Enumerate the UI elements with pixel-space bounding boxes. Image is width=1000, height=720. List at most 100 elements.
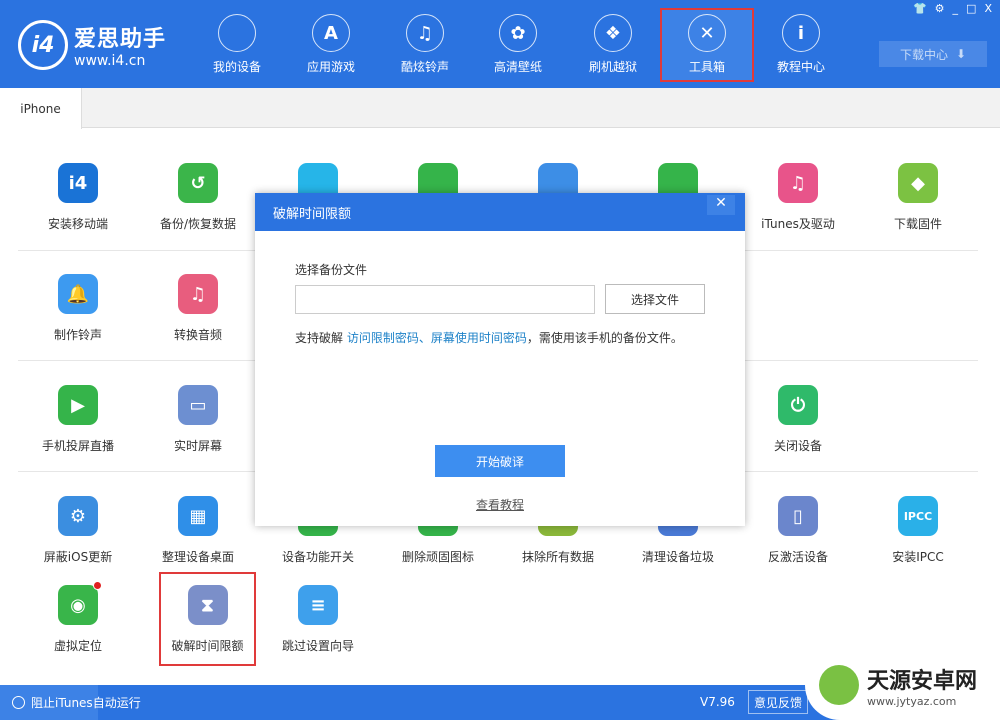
flower-icon: ✿: [499, 14, 537, 52]
tool-icon: 🔔: [58, 274, 98, 314]
tool-icon: ♫: [778, 163, 818, 203]
tool-item[interactable]: ▶ 手机投屏直播: [18, 385, 138, 475]
box-icon: ❖: [594, 14, 632, 52]
nav-label: 教程中心: [776, 60, 825, 74]
crack-time-limit-dialog: 破解时间限额 ✕ 选择备份文件 选择文件 支持破解 访问限制密码、屏幕使用时间密码…: [255, 193, 745, 526]
minimize-icon[interactable]: _: [953, 2, 959, 15]
nav-flower[interactable]: ✿ 高清壁纸: [473, 10, 563, 80]
tool-item[interactable]: ◉ 虚拟定位: [18, 581, 138, 675]
notification-badge: [93, 581, 102, 590]
backup-file-input[interactable]: [295, 285, 595, 314]
bell-icon: ♫: [406, 14, 444, 52]
close-icon[interactable]: ✕: [707, 195, 735, 215]
block-itunes-toggle[interactable]: 阻止iTunes自动运行: [0, 685, 141, 720]
tool-item[interactable]: IPCC 安装IPCC: [858, 496, 978, 586]
file-label: 选择备份文件: [295, 263, 368, 277]
tool-item[interactable]: ▯ 反激活设备: [738, 496, 858, 586]
nav-bell[interactable]: ♫ 酷炫铃声: [380, 10, 470, 80]
tool-icon: ▯: [778, 496, 818, 536]
nav-app-store[interactable]: A 应用游戏: [286, 10, 376, 80]
tool-label: 清理设备垃圾: [641, 550, 714, 564]
tool-label: 破解时间限额: [171, 639, 244, 653]
watermark-url: www.jytyaz.com: [867, 694, 957, 708]
support-note: 支持破解 访问限制密码、屏幕使用时间密码，需使用该手机的备份文件。: [295, 329, 683, 346]
tool-item[interactable]: ♫ 转换音频: [138, 274, 258, 364]
nav-label: 刷机越狱: [588, 60, 637, 74]
device-tabbar: iPhone: [0, 88, 1000, 129]
dialog-header: 破解时间限额 ✕: [255, 193, 745, 231]
tool-item[interactable]: ⏻ 关闭设备: [738, 385, 858, 475]
nav-label: 高清壁纸: [493, 60, 542, 74]
maximize-icon[interactable]: □: [966, 2, 976, 15]
dialog-title: 破解时间限额: [273, 207, 352, 222]
skin-icon[interactable]: 👕: [913, 2, 927, 15]
view-tutorial-link[interactable]: 查看教程: [255, 496, 745, 513]
tool-label: 反激活设备: [767, 550, 828, 564]
radio-icon: [12, 696, 25, 709]
tool-icon: ⏻: [778, 385, 818, 425]
screen-time-passcode-link[interactable]: 屏幕使用时间密码: [431, 331, 527, 345]
settings-icon[interactable]: ⚙: [935, 2, 945, 15]
tool-label: 删除顽固图标: [401, 550, 474, 564]
tool-label: 关闭设备: [773, 439, 822, 453]
tab-iphone[interactable]: iPhone: [0, 88, 82, 129]
tool-icon: ↺: [178, 163, 218, 203]
choose-file-button[interactable]: 选择文件: [605, 284, 705, 314]
tool-item[interactable]: ♫ iTunes及驱动: [738, 163, 858, 253]
tool-label: 安装移动端: [47, 217, 108, 231]
tool-icon: ⧗: [187, 585, 228, 625]
block-itunes-label: 阻止iTunes自动运行: [31, 696, 141, 710]
tool-item[interactable]: ⧗ 破解时间限额: [159, 572, 256, 666]
tool-item[interactable]: i4 安装移动端: [18, 163, 138, 253]
apple-icon: [218, 14, 256, 52]
tool-item[interactable]: 🔔 制作铃声: [18, 274, 138, 364]
tool-item[interactable]: ▦ 整理设备桌面: [138, 496, 258, 586]
nav-info[interactable]: i 教程中心: [756, 10, 846, 80]
info-icon: i: [782, 14, 820, 52]
feedback-button[interactable]: 意见反馈: [748, 690, 808, 714]
tool-label: 抹除所有数据: [521, 550, 594, 564]
start-crack-button[interactable]: 开始破译: [435, 445, 565, 477]
nav-label: 酷炫铃声: [400, 60, 449, 74]
tool-item[interactable]: ↺ 备份/恢复数据: [138, 163, 258, 253]
i4-logo-icon: i4: [18, 20, 68, 70]
tool-label: 安装IPCC: [892, 550, 944, 564]
nav-label: 我的设备: [212, 60, 261, 74]
tool-icon: ≡: [298, 585, 338, 625]
note-suffix: ，需使用该手机的备份文件。: [526, 331, 683, 345]
tool-label: 整理设备桌面: [161, 550, 234, 564]
nav-label: 应用游戏: [306, 60, 355, 74]
tool-label: 虚拟定位: [53, 639, 102, 653]
tool-label: 下载固件: [893, 217, 942, 231]
nav-tools[interactable]: ✕ 工具箱: [660, 8, 754, 82]
nav-label: 工具箱: [688, 60, 725, 74]
app-logo: i4 爱思助手 www.i4.cn: [18, 20, 166, 70]
close-window-icon[interactable]: X: [984, 2, 992, 15]
tools-icon: ✕: [688, 14, 726, 52]
download-icon: ⬇: [955, 47, 967, 61]
tool-label: 转换音频: [173, 328, 222, 342]
tool-item[interactable]: ≡ 跳过设置向导: [258, 585, 378, 675]
tool-label: 跳过设置向导: [281, 639, 354, 653]
app-name: 爱思助手: [74, 27, 167, 52]
tool-item[interactable]: ◆ 下载固件: [858, 163, 978, 253]
tool-icon: ◆: [898, 163, 938, 203]
tool-label: 屏蔽iOS更新: [43, 550, 113, 564]
tool-label: 制作铃声: [53, 328, 102, 342]
tool-icon: ▭: [178, 385, 218, 425]
tool-item[interactable]: ⚙ 屏蔽iOS更新: [18, 496, 138, 586]
watermark: 天源安卓网 www.jytyaz.com: [805, 650, 1000, 720]
tool-icon: IPCC: [898, 496, 938, 536]
tool-item[interactable]: ▭ 实时屏幕: [138, 385, 258, 475]
app-store-icon: A: [312, 14, 350, 52]
tool-icon: ◉: [58, 581, 102, 625]
nav-box[interactable]: ❖ 刷机越狱: [568, 10, 658, 80]
tool-icon: ▶: [58, 385, 98, 425]
version-label: V7.96: [700, 695, 735, 709]
tool-label: 实时屏幕: [173, 439, 222, 453]
nav-apple[interactable]: 我的设备: [192, 10, 282, 80]
download-center-label: 下载中心: [899, 47, 948, 62]
watermark-logo-icon: [819, 665, 859, 705]
restriction-passcode-link[interactable]: 访问限制密码: [347, 331, 419, 345]
download-center-button[interactable]: 下载中心 ⬇: [879, 41, 987, 67]
